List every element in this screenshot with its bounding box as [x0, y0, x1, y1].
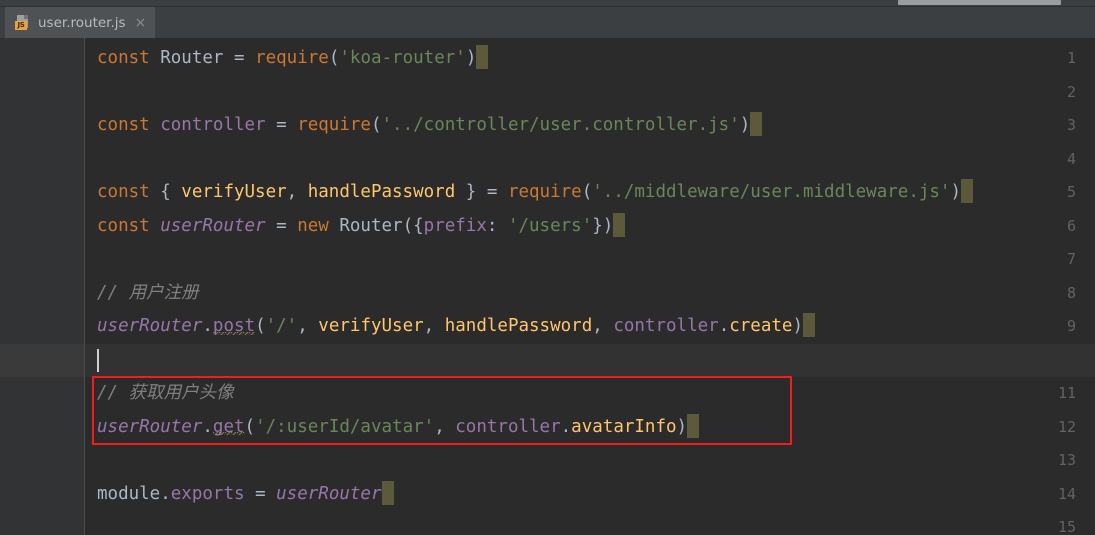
line-end-marker [476, 45, 489, 69]
code-identifier: Router [160, 48, 224, 68]
close-icon[interactable]: × [135, 16, 147, 30]
code-variable: exports [170, 483, 245, 504]
js-file-icon-badge: JS [15, 20, 27, 30]
code-line[interactable]: module.exports = userRouter [85, 478, 1095, 512]
code-variable: userRouter [97, 316, 203, 336]
line-number-gutter[interactable] [0, 38, 84, 535]
code-string: '/' [265, 316, 298, 336]
code-line[interactable] [85, 344, 1095, 378]
code-identifier: Router [339, 215, 403, 236]
code-string: '/users' [507, 215, 593, 236]
code-variable: userRouter [160, 215, 266, 236]
code-line[interactable]: // 用户注册 [85, 277, 1095, 311]
code-line[interactable] [85, 76, 1095, 110]
code-keyword: require [507, 182, 582, 202]
text-caret [97, 348, 99, 372]
code-parameter: handlePassword [444, 316, 593, 336]
code-method: avatarInfo [571, 416, 677, 437]
code-comment: // 获取用户头像 [97, 383, 234, 403]
code-method: get [212, 416, 245, 437]
code-parameter: verifyUser [318, 316, 424, 336]
line-end-marker [750, 112, 763, 136]
line-end-marker [613, 212, 626, 237]
line-end-marker [381, 480, 394, 505]
code-line[interactable]: const { verifyUser, handlePassword } = r… [85, 176, 1095, 210]
code-method: post [212, 316, 256, 336]
code-keyword: new [297, 215, 329, 236]
code-keyword: const [97, 115, 150, 135]
horizontal-scrollbar-thumb[interactable] [898, 0, 1061, 5]
editor-tab-bar: JS user.router.js × [0, 7, 1095, 41]
code-line[interactable]: const Router = require('koa-router') [85, 42, 1095, 76]
code-keyword: require [255, 48, 329, 68]
code-keyword: const [97, 48, 150, 68]
code-editor[interactable]: 123456789101112131415 const Router = req… [0, 38, 1095, 535]
js-file-icon: JS [15, 14, 31, 31]
code-variable: userRouter [97, 416, 203, 437]
tab-title: user.router.js [38, 14, 126, 31]
code-parameter: handlePassword [307, 182, 456, 202]
code-line[interactable] [85, 143, 1095, 177]
code-variable: prefix [423, 215, 487, 236]
code-line[interactable]: userRouter.post('/', verifyUser, handleP… [85, 310, 1095, 344]
code-method: create [729, 316, 793, 336]
code-keyword: require [297, 115, 371, 135]
code-string: '../middleware/user.middleware.js' [592, 182, 951, 202]
code-line[interactable]: // 获取用户头像 [85, 377, 1095, 411]
code-keyword: const [97, 215, 150, 236]
code-comment: // 用户注册 [97, 282, 199, 303]
code-variable: userRouter [276, 483, 382, 504]
code-string: '../controller/user.controller.js' [381, 115, 740, 135]
code-string: '/:userId/avatar' [255, 416, 435, 437]
code-parameter: verifyUser [181, 182, 287, 202]
code-content[interactable]: const Router = require('koa-router') cons… [85, 38, 1095, 535]
ide-editor-window: JS user.router.js × 12345678910111213141… [0, 0, 1095, 535]
line-end-marker [961, 179, 974, 203]
code-line[interactable] [85, 444, 1095, 478]
code-variable: controller [455, 416, 561, 437]
code-identifier: module [97, 483, 161, 504]
code-line[interactable]: const userRouter = new Router({prefix: '… [85, 210, 1095, 244]
line-end-marker [687, 413, 700, 438]
line-end-marker [803, 313, 815, 337]
code-line[interactable] [85, 511, 1095, 535]
code-variable: controller [613, 316, 719, 336]
tab-user-router-js[interactable]: JS user.router.js × [5, 7, 156, 38]
code-line[interactable]: userRouter.get('/:userId/avatar', contro… [85, 411, 1095, 445]
code-keyword: const [97, 182, 150, 202]
code-line[interactable]: const controller = require('../controlle… [85, 109, 1095, 143]
top-strip [0, 0, 1095, 7]
code-variable: controller [160, 115, 266, 135]
code-line[interactable] [85, 243, 1095, 277]
code-string: 'koa-router' [339, 48, 466, 68]
active-line-gutter-highlight [0, 343, 84, 377]
